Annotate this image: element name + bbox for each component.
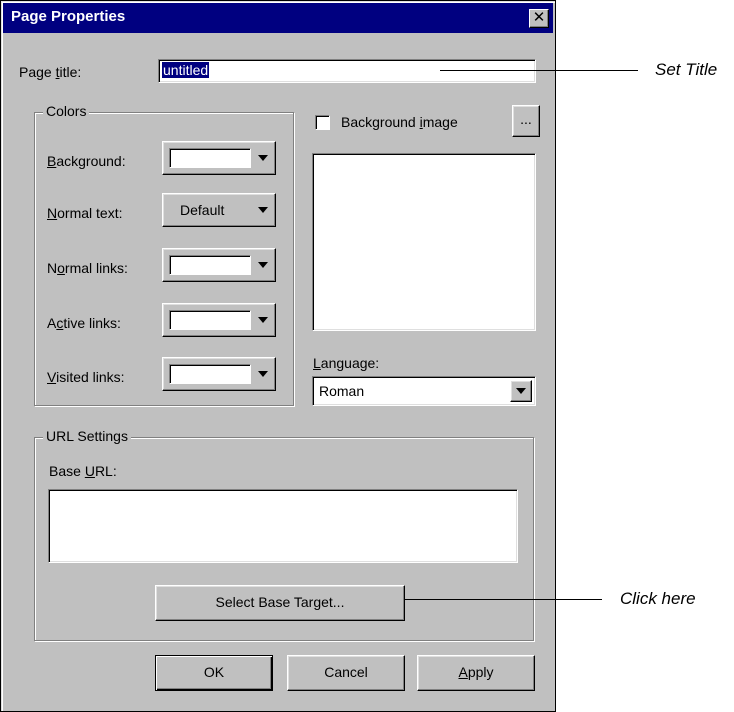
set-title-callout-line <box>440 70 638 71</box>
click-here-callout: Click here <box>620 589 696 608</box>
ok-button[interactable]: OK <box>155 655 273 691</box>
apply-label: Apply <box>458 664 494 680</box>
close-icon: ✕ <box>532 9 546 26</box>
chevron-down-icon <box>258 207 268 213</box>
browse-label: ... <box>520 111 532 127</box>
chevron-down-icon <box>258 155 268 161</box>
page-title-input[interactable]: untitled <box>158 59 536 83</box>
select-base-target-label: Select Base Target... <box>215 594 345 610</box>
page-title-value: untitled <box>162 62 210 78</box>
background-color-label: Background: <box>47 153 126 169</box>
browse-image-button[interactable]: ... <box>512 105 540 137</box>
base-url-label: Base URL: <box>49 463 117 479</box>
cancel-label: Cancel <box>324 664 368 680</box>
language-selected-value: Roman <box>319 383 365 399</box>
language-dropdown-button[interactable] <box>510 380 532 402</box>
page-properties-dialog: Page Properties ✕ Page title: untitled C… <box>0 0 556 712</box>
language-select[interactable]: Roman <box>312 376 536 406</box>
chevron-down-icon <box>258 317 268 323</box>
apply-button[interactable]: Apply <box>417 655 535 691</box>
background-color-picker[interactable] <box>162 141 276 175</box>
colors-group-title: Colors <box>43 103 90 119</box>
cancel-button[interactable]: Cancel <box>287 655 405 691</box>
normal-text-color-picker[interactable]: Default <box>162 193 276 227</box>
page-title-label: Page title: <box>19 64 82 80</box>
normal-links-color-picker[interactable] <box>162 248 276 282</box>
url-settings-group-title: URL Settings <box>43 428 131 444</box>
chevron-down-icon <box>516 388 526 394</box>
normal-text-color-value: Default <box>180 202 225 218</box>
visited-links-color-picker[interactable] <box>162 357 276 391</box>
title-bar[interactable]: Page Properties ✕ <box>3 3 553 33</box>
ok-label: OK <box>203 664 225 680</box>
active-links-color-picker[interactable] <box>162 303 276 337</box>
active-links-color-swatch <box>169 310 251 330</box>
background-image-checkbox[interactable] <box>315 115 330 130</box>
normal-links-color-label: Normal links: <box>47 260 128 276</box>
normal-links-color-swatch <box>169 255 251 275</box>
set-title-callout: Set Title <box>655 60 718 79</box>
close-button[interactable]: ✕ <box>529 9 549 28</box>
active-links-color-label: Active links: <box>47 315 121 331</box>
select-base-target-button[interactable]: Select Base Target... <box>155 585 405 621</box>
chevron-down-icon <box>258 262 268 268</box>
click-here-callout-line <box>404 599 602 600</box>
chevron-down-icon <box>258 371 268 377</box>
background-color-swatch <box>169 148 251 168</box>
language-label: Language: <box>313 355 380 371</box>
base-url-input[interactable] <box>48 489 518 563</box>
visited-links-color-label: Visited links: <box>47 369 125 385</box>
background-image-preview <box>312 153 536 331</box>
normal-text-color-label: Normal text: <box>47 205 123 221</box>
background-image-label[interactable]: Background image <box>341 114 458 130</box>
visited-links-color-swatch <box>169 364 251 384</box>
dialog-title: Page Properties <box>11 8 126 25</box>
